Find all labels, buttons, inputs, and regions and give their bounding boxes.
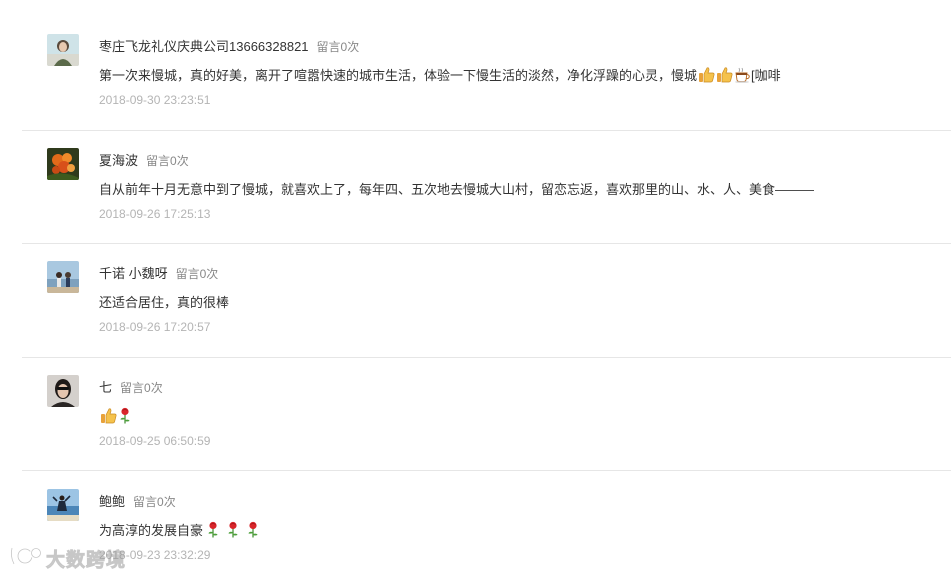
message-count: 留言0次 [120, 381, 163, 395]
thumbs-up-icon [698, 66, 715, 89]
comment-meta: 七留言0次 [99, 377, 163, 397]
message-count: 留言0次 [316, 40, 360, 54]
nickname[interactable]: 鲍鲍 [99, 494, 125, 509]
message-count: 留言0次 [146, 154, 189, 168]
rose-icon [118, 407, 132, 430]
thumbs-up-icon [716, 66, 733, 89]
comment-item: 鲍鲍 留言0次 为高淳的发展自豪 2018-09-23 23:32:29 [22, 455, 951, 568]
comment-time: 2018-09-25 06:50:59 [99, 434, 211, 448]
watermark-logo-icon [8, 544, 42, 573]
rose-icon [206, 521, 220, 544]
message-count: 留言0次 [133, 495, 176, 509]
avatar[interactable] [47, 148, 79, 180]
avatar[interactable] [47, 34, 79, 66]
comment-item: 枣庄飞龙礼仪庆典公司13666328821 留言0次 第一次来慢城，真的好美，离开… [22, 0, 951, 131]
comment-meta: 枣庄飞龙礼仪庆典公司13666328821 留言0次 [99, 36, 359, 56]
comment-text: 自从前年十月无意中到了慢城，就喜欢上了，每年四、五次地去慢城大山村，留恋忘返，喜… [99, 182, 815, 197]
comment-text: 第一次来慢城，真的好美，离开了喧嚣快速的城市生活，体验一下慢生活的淡然，净化浮躁… [99, 68, 698, 83]
comment-meta: 夏海波 留言0次 [99, 150, 189, 170]
coffee-icon [734, 66, 751, 89]
comment-content [99, 407, 132, 427]
comment-content: 自从前年十月无意中到了慢城，就喜欢上了，每年四、五次地去慢城大山村，留恋忘返，喜… [99, 180, 814, 200]
rose-icon [226, 521, 240, 544]
comment-time: 2018-09-30 23:23:51 [99, 93, 211, 107]
comment-time: 2018-09-26 17:25:13 [99, 207, 211, 221]
divider [22, 243, 951, 244]
avatar[interactable] [47, 261, 79, 293]
comment-text: 还适合居住，真的很棒 [99, 295, 230, 310]
comment-content: 第一次来慢城，真的好美，离开了喧嚣快速的城市生活，体验一下慢生活的淡然，净化浮躁… [99, 66, 781, 86]
comment-text-tail: [咖啡 [751, 68, 781, 83]
avatar[interactable] [47, 375, 79, 407]
nickname[interactable]: 枣庄飞龙礼仪庆典公司13666328821 [99, 39, 309, 54]
comment-time: 2018-09-26 17:20:57 [99, 320, 211, 334]
comment-meta: 鲍鲍 留言0次 [99, 491, 176, 511]
thumbs-up-icon [100, 407, 117, 430]
divider [22, 130, 951, 131]
watermark: 大数跨境 [8, 544, 126, 572]
comment-meta: 千诺 小魏呀 留言0次 [99, 263, 218, 283]
nickname[interactable]: 七 [99, 380, 112, 395]
message-count: 留言0次 [175, 267, 219, 281]
comment-content: 为高淳的发展自豪 [99, 521, 260, 541]
nickname[interactable]: 千诺 小魏呀 [99, 266, 168, 281]
comment-content: 还适合居住，真的很棒 [99, 293, 229, 313]
rose-icon [246, 521, 260, 544]
divider [22, 470, 951, 471]
nickname[interactable]: 夏海波 [99, 153, 138, 168]
comment-text: 为高淳的发展自豪 [99, 523, 204, 538]
avatar[interactable] [47, 489, 79, 521]
divider [22, 357, 951, 358]
watermark-text: 大数跨境 [46, 550, 127, 572]
